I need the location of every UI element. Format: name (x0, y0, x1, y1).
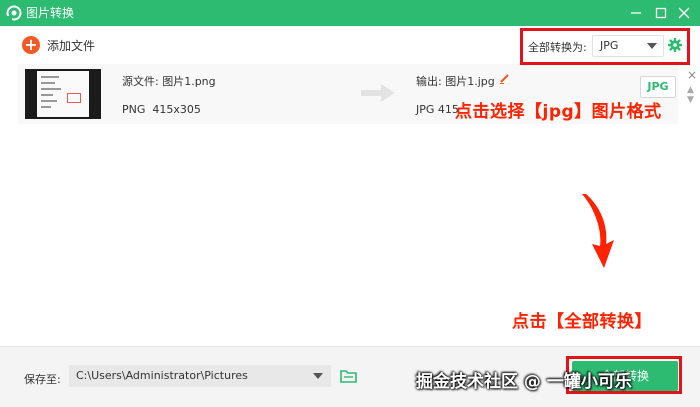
output-format-badge[interactable]: JPG (640, 76, 676, 98)
title-bar: 图片转换 (0, 0, 700, 26)
image-thumbnail (25, 69, 101, 119)
arrow-down-icon (582, 194, 614, 268)
add-file-label: 添加文件 (47, 38, 96, 53)
edit-pencil-icon[interactable] (499, 73, 510, 84)
output-file-meta: JPG 415 (416, 103, 459, 116)
minimize-icon (631, 12, 641, 14)
source-dimensions: 415x305 (152, 103, 201, 116)
move-down-icon[interactable]: ▼ (687, 95, 694, 105)
source-file-name: 源文件: 图片1.png (122, 75, 216, 88)
output-file-name: 输出: 图片1.jpg (416, 75, 495, 88)
maximize-button[interactable] (652, 4, 670, 22)
app-logo-icon (6, 5, 22, 21)
watermark: 掘金技术社区 @ 一罐小可乐 (416, 372, 632, 392)
save-path-select[interactable]: C:\Users\Administrator\Pictures (69, 365, 331, 387)
highlight-box-format (520, 28, 690, 65)
annotation-click-convert: 点击【全部转换】 (512, 312, 652, 332)
arrow-right-icon (361, 84, 395, 102)
remove-row-icon[interactable]: × (687, 68, 697, 82)
window-title: 图片转换 (26, 6, 75, 20)
annotation-select-jpg: 点击选择【jpg】图片格式 (455, 102, 662, 122)
close-icon (678, 7, 690, 19)
minimize-button[interactable] (627, 4, 645, 22)
save-to-label: 保存至: (24, 373, 61, 386)
source-format: PNG (122, 103, 146, 116)
maximize-icon (655, 7, 667, 19)
folder-icon[interactable] (340, 369, 357, 383)
chevron-down-icon (313, 373, 323, 379)
move-up-icon[interactable]: ▲ (687, 85, 694, 95)
add-file-button[interactable]: + 添加文件 (22, 36, 95, 54)
close-button[interactable] (675, 4, 693, 22)
source-file-meta: PNG 415x305 (122, 103, 201, 116)
save-path-value: C:\Users\Administrator\Pictures (76, 369, 248, 382)
plus-icon: + (22, 36, 40, 54)
